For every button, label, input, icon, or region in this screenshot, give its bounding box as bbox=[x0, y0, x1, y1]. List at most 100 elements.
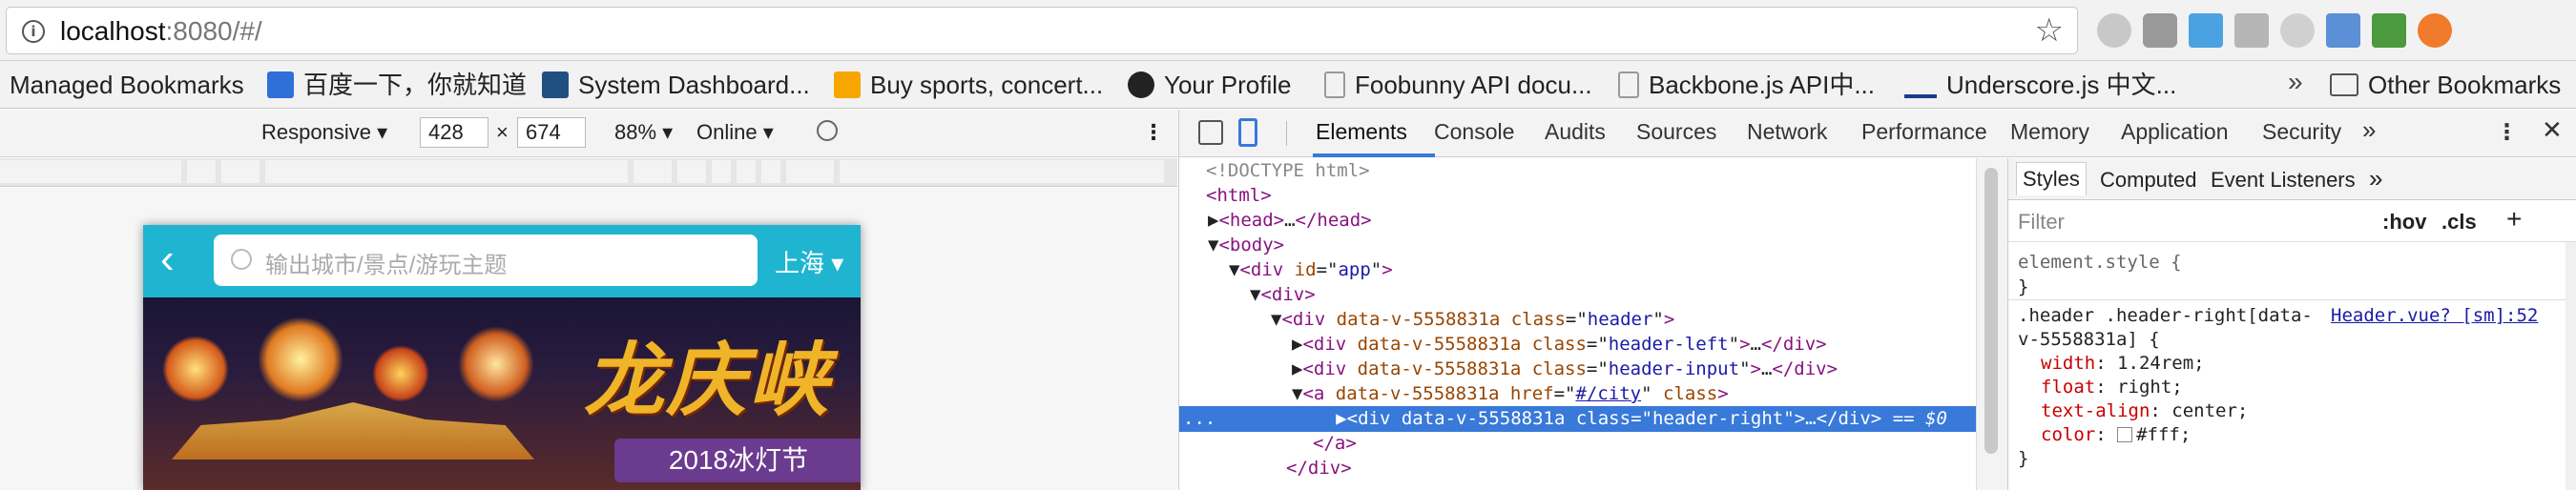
css-property-text-align[interactable]: text-align: center; bbox=[2041, 398, 2248, 423]
rule-selector-cont[interactable]: v-5558831a] { bbox=[2018, 327, 2160, 352]
banner-image[interactable]: 龙庆峡 2018冰灯节 bbox=[143, 297, 861, 490]
tab-console[interactable]: Console bbox=[1434, 119, 1514, 145]
tab-audits[interactable]: Audits bbox=[1545, 119, 1606, 145]
bookmark-underscore[interactable]: Underscore.js 中文... bbox=[1904, 69, 2176, 101]
extension-card-icon[interactable] bbox=[2326, 13, 2360, 48]
dom-node-anchor[interactable]: ▼<a data-v-5558831a href="#/city" class> bbox=[1179, 381, 1976, 407]
tab-network[interactable]: Network bbox=[1747, 119, 1827, 145]
expand-arrow-icon[interactable]: ▶ bbox=[1292, 334, 1302, 355]
expand-arrow-icon[interactable]: ▶ bbox=[1336, 408, 1346, 429]
extension-pen-icon[interactable] bbox=[2189, 13, 2223, 48]
devtools-tabbar: Elements Console Audits Sources Network … bbox=[1179, 110, 2576, 157]
tab-event-listeners[interactable]: Event Listeners bbox=[2211, 168, 2356, 193]
camera-extension-icon[interactable] bbox=[2143, 13, 2177, 48]
tab-styles[interactable]: Styles bbox=[2016, 162, 2087, 195]
network-throttle-select[interactable]: Online ▾ bbox=[696, 120, 774, 145]
dom-node-doctype[interactable]: <!DOCTYPE html> bbox=[1179, 158, 1976, 184]
elements-scrollbar[interactable] bbox=[1976, 158, 2007, 490]
bookmark-foobunny[interactable]: Foobunny API docu... bbox=[1324, 69, 1592, 101]
extension-bubble-icon[interactable] bbox=[2280, 13, 2315, 48]
bookmark-label: Managed Bookmarks bbox=[10, 71, 244, 99]
rule-source-link[interactable]: Header.vue? [sm]:52 bbox=[2331, 303, 2538, 328]
tab-sources[interactable]: Sources bbox=[1636, 119, 1716, 145]
url-text[interactable]: localhost:8080/#/ bbox=[60, 16, 262, 47]
back-chevron-icon[interactable]: ‹ bbox=[160, 238, 175, 280]
media-query-ruler[interactable] bbox=[0, 158, 1177, 187]
more-options-icon[interactable]: ⋮ bbox=[1143, 120, 1164, 145]
info-icon[interactable]: i bbox=[22, 20, 45, 43]
bookmark-other[interactable]: Other Bookmarks bbox=[2330, 69, 2561, 101]
rule-close-brace: } bbox=[2018, 448, 2029, 469]
search-input[interactable]: 输出城市/景点/游玩主题 bbox=[214, 235, 758, 286]
bookmark-backbone[interactable]: Backbone.js API中... bbox=[1618, 69, 1875, 101]
prop-value: 1.24rem; bbox=[2117, 353, 2205, 374]
styles-scrollbar[interactable] bbox=[2566, 242, 2576, 490]
css-property-float[interactable]: float: right; bbox=[2041, 375, 2183, 399]
collapse-arrow-icon[interactable]: ▼ bbox=[1250, 284, 1260, 305]
expand-arrow-icon[interactable]: ▶ bbox=[1292, 358, 1302, 379]
device-toolbar: Responsive ▾ 428 × 674 88% ▾ Online ▾ ⋮ bbox=[0, 110, 1177, 157]
add-rule-icon[interactable]: + bbox=[2506, 204, 2522, 235]
zoom-select[interactable]: 88% ▾ bbox=[614, 120, 673, 145]
element-style-rule[interactable]: element.style { bbox=[2018, 250, 2182, 275]
device-mode-select[interactable]: Responsive ▾ bbox=[261, 120, 387, 145]
dom-node-html[interactable]: <html> bbox=[1179, 183, 1976, 209]
rotate-icon[interactable] bbox=[817, 120, 838, 141]
network-label: Online bbox=[696, 120, 758, 144]
extension-photo-icon[interactable] bbox=[2234, 13, 2269, 48]
dom-node-header-input[interactable]: ▶<div data-v-5558831a class="header-inpu… bbox=[1179, 357, 1976, 382]
more-tabs-chevron-icon[interactable]: » bbox=[2362, 115, 2376, 145]
rule-selector[interactable]: .header .header-right[data- bbox=[2018, 303, 2313, 328]
height-input[interactable]: 674 bbox=[517, 117, 586, 148]
devtools-menu-icon[interactable]: ⋮ bbox=[2496, 119, 2518, 145]
scrollbar-thumb[interactable] bbox=[1984, 168, 1998, 454]
node-actions-ellipsis[interactable]: ... bbox=[1183, 408, 1215, 429]
color-swatch[interactable] bbox=[2117, 427, 2133, 442]
tag-text: <div bbox=[1281, 309, 1326, 330]
tab-security[interactable]: Security bbox=[2262, 119, 2341, 145]
extension-globe-icon[interactable] bbox=[2097, 13, 2131, 48]
collapse-arrow-icon[interactable]: ▼ bbox=[1271, 309, 1281, 330]
tab-memory[interactable]: Memory bbox=[2010, 119, 2089, 145]
more-bookmarks-chevron-icon[interactable]: » bbox=[2288, 67, 2303, 97]
hover-state-toggle[interactable]: :hov bbox=[2382, 210, 2426, 235]
css-property-width[interactable]: width: 1.24rem; bbox=[2041, 351, 2205, 376]
bookmark-star-icon[interactable]: ☆ bbox=[2035, 11, 2064, 50]
bookmark-tickets[interactable]: Buy sports, concert... bbox=[834, 69, 1103, 101]
tab-computed[interactable]: Computed bbox=[2100, 168, 2197, 193]
dom-node-div[interactable]: ▼<div> bbox=[1179, 282, 1976, 308]
more-tabs-chevron-icon[interactable]: » bbox=[2369, 164, 2382, 194]
attr-link[interactable]: #/city bbox=[1575, 383, 1641, 404]
bookmark-label: Underscore.js 中文... bbox=[1946, 71, 2177, 99]
bookmark-managed[interactable]: Managed Bookmarks bbox=[10, 69, 244, 101]
cors-extension-icon[interactable] bbox=[2372, 13, 2406, 48]
device-toggle-icon[interactable] bbox=[1238, 118, 1257, 147]
dom-node-header-right-selected[interactable]: ... ▶<div data-v-5558831a class="header-… bbox=[1179, 406, 1976, 432]
dom-node-body[interactable]: ▼<body> bbox=[1179, 233, 1976, 258]
tab-performance[interactable]: Performance bbox=[1861, 119, 1987, 145]
bookmark-profile[interactable]: Your Profile bbox=[1128, 69, 1291, 101]
collapse-arrow-icon[interactable]: ▼ bbox=[1229, 259, 1239, 280]
width-input[interactable]: 428 bbox=[420, 117, 488, 148]
close-icon[interactable]: ✕ bbox=[2542, 115, 2563, 145]
extension-orange-icon[interactable] bbox=[2418, 13, 2452, 48]
tab-application[interactable]: Application bbox=[2121, 119, 2229, 145]
bookmark-dashboard[interactable]: System Dashboard... bbox=[542, 69, 810, 101]
dom-node-head[interactable]: ▶<head>…</head> bbox=[1179, 208, 1976, 234]
collapse-arrow-icon[interactable]: ▼ bbox=[1208, 235, 1218, 255]
tab-elements[interactable]: Elements bbox=[1316, 119, 1407, 145]
expand-arrow-icon[interactable]: ▶ bbox=[1208, 210, 1218, 231]
dom-node-div-close[interactable]: </div> bbox=[1179, 456, 1976, 481]
inspect-element-icon[interactable] bbox=[1198, 120, 1223, 145]
dom-node-header-left[interactable]: ▶<div data-v-5558831a class="header-left… bbox=[1179, 332, 1976, 357]
dom-node-app[interactable]: ▼<div id="app"> bbox=[1179, 257, 1976, 283]
dom-node-anchor-close[interactable]: </a> bbox=[1179, 431, 1976, 457]
collapse-arrow-icon[interactable]: ▼ bbox=[1292, 383, 1302, 404]
filter-input[interactable]: Filter bbox=[2018, 210, 2065, 235]
css-property-color[interactable]: color: #fff; bbox=[2041, 422, 2191, 447]
address-bar[interactable]: i localhost:8080/#/ ☆ bbox=[6, 7, 2078, 54]
city-selector[interactable]: 上海 ▾ bbox=[775, 244, 843, 279]
dom-node-header[interactable]: ▼<div data-v-5558831a class="header"> bbox=[1179, 307, 1976, 333]
class-toggle[interactable]: .cls bbox=[2441, 210, 2477, 235]
bookmark-baidu[interactable]: 百度一下，你就知道 bbox=[267, 69, 527, 101]
